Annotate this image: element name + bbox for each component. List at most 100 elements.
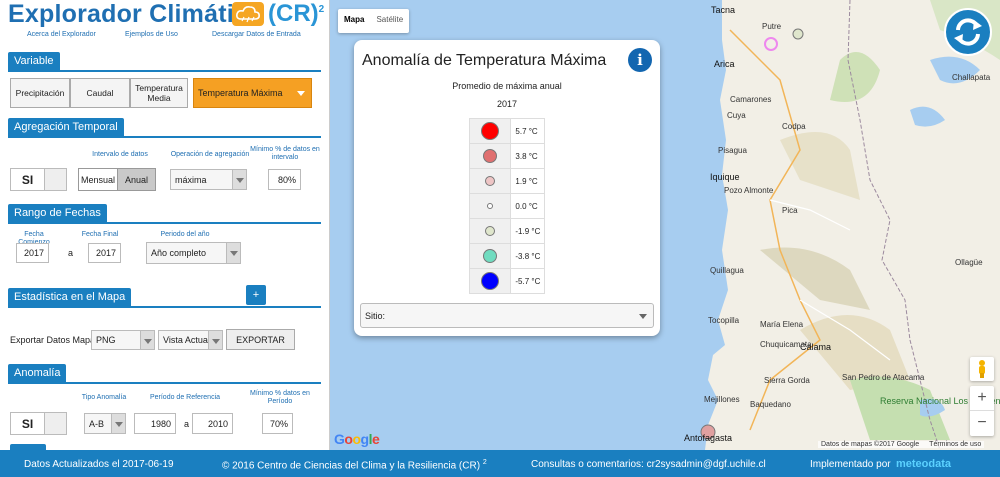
legend-swatch-cell bbox=[468, 268, 512, 294]
legend-swatch-cell bbox=[468, 143, 512, 169]
minimo-periodo-input[interactable]: 70% bbox=[262, 413, 293, 434]
operacion-select[interactable]: máxima bbox=[170, 169, 247, 190]
variable-selected-label: Temperatura Máxima bbox=[198, 88, 283, 98]
link-descargar[interactable]: Descargar Datos de Entrada bbox=[212, 31, 301, 38]
place-label: María Elena bbox=[760, 320, 804, 329]
legend-row: 3.8 °C bbox=[468, 143, 545, 169]
legend-value: 3.8 °C bbox=[510, 143, 545, 169]
legend-subtitle: Promedio de máxima anual bbox=[452, 81, 562, 91]
app-root: Explorador Climático (CR)2 Acerca del Ex… bbox=[0, 0, 1000, 477]
variable-select[interactable]: Temperatura Máxima bbox=[193, 78, 312, 108]
zoom-control: + − bbox=[970, 386, 994, 436]
legend-swatch-cell bbox=[468, 193, 512, 219]
meteodata-logo[interactable]: meteodata bbox=[896, 458, 951, 470]
legend-row: 5.7 °C bbox=[468, 118, 545, 144]
chevron-down-icon bbox=[232, 170, 246, 189]
place-label: Mejillones bbox=[704, 395, 740, 404]
intervalo-anual[interactable]: Anual bbox=[117, 169, 155, 190]
place-label: San Pedro de Atacama bbox=[842, 373, 925, 382]
legend-circle bbox=[483, 249, 498, 263]
legend-value: -5.7 °C bbox=[510, 268, 545, 294]
place-label: Antofagasta bbox=[684, 433, 733, 443]
legend-circle bbox=[487, 203, 494, 210]
legend-value: -1.9 °C bbox=[510, 218, 545, 244]
legend-value: 1.9 °C bbox=[510, 168, 545, 194]
legend-table: 5.7 °C 3.8 °C 1.9 °C 0.0 °C -1.9 °C -3.8 °C -5… bbox=[468, 118, 545, 294]
place-label: Pisagua bbox=[718, 146, 747, 155]
section-agregacion: Agregación Temporal bbox=[8, 118, 124, 137]
place-label: Sierra Gorda bbox=[764, 376, 810, 385]
anomalia-toggle[interactable]: SI bbox=[10, 412, 67, 435]
legend-panel: Anomalía de Temperatura Máxima i Promedi… bbox=[354, 40, 660, 336]
refresh-icon bbox=[954, 18, 982, 46]
place-label: Pozo Almonte bbox=[724, 186, 774, 195]
periodo-label: Periodo del año bbox=[160, 231, 210, 238]
map-view[interactable]: Tacna Putre Arica Camarones Cuya Codpa P… bbox=[330, 0, 1000, 450]
info-icon[interactable]: i bbox=[628, 48, 652, 72]
legend-circle bbox=[481, 122, 500, 140]
agregacion-toggle[interactable]: SI bbox=[10, 168, 67, 191]
export-button[interactable]: EXPORTAR bbox=[226, 329, 295, 350]
export-format-select[interactable]: PNG bbox=[91, 330, 155, 350]
legend-circle bbox=[483, 149, 498, 163]
section-divider bbox=[8, 136, 321, 138]
tab-satelite[interactable]: Satélite bbox=[370, 9, 409, 33]
legend-row: -1.9 °C bbox=[468, 218, 545, 244]
footer-contact[interactable]: Consultas o comentarios: cr2sysadmin@dgf… bbox=[531, 459, 766, 470]
intervalo-mensual[interactable]: Mensual bbox=[79, 169, 117, 190]
place-label: Challapata bbox=[952, 73, 991, 82]
referencia-label: Período de Referencia bbox=[149, 394, 221, 401]
place-label: Ollagüe bbox=[955, 258, 983, 267]
export-format-value: PNG bbox=[96, 335, 116, 345]
legend-title: Anomalía de Temperatura Máxima bbox=[362, 52, 607, 69]
fecha-final-input[interactable]: 2017 bbox=[88, 243, 121, 263]
map-type-control: Mapa Satélite bbox=[338, 9, 410, 33]
legend-circle bbox=[485, 176, 496, 186]
place-label: Arica bbox=[714, 59, 735, 69]
add-statistic-button[interactable]: + bbox=[246, 285, 266, 305]
section-divider bbox=[8, 70, 321, 72]
legend-circle bbox=[485, 226, 496, 236]
minimo-intervalo-input[interactable]: 80% bbox=[268, 169, 301, 190]
section-divider bbox=[8, 306, 321, 308]
intervalo-toggle: Mensual Anual bbox=[78, 168, 156, 191]
section-estadistica: Estadística en el Mapa bbox=[8, 288, 132, 307]
sitio-select[interactable]: Sitio: bbox=[360, 303, 654, 328]
chevron-down-icon bbox=[208, 331, 222, 349]
legend-year: 2017 bbox=[496, 99, 518, 109]
legend-swatch-cell bbox=[468, 168, 512, 194]
legend-row: 0.0 °C bbox=[468, 193, 545, 219]
caret-down-icon bbox=[297, 91, 305, 96]
place-label: Baquedano bbox=[750, 400, 791, 409]
minimo-periodo-label: Mínimo % datos en Período bbox=[250, 390, 310, 405]
legend-value: -3.8 °C bbox=[510, 243, 545, 269]
google-logo: Google bbox=[334, 431, 380, 447]
referencia-fin-input[interactable]: 2010 bbox=[192, 413, 233, 434]
pegman-icon[interactable] bbox=[970, 357, 994, 381]
tab-mapa[interactable]: Mapa bbox=[338, 9, 370, 33]
link-acerca[interactable]: Acerca del Explorador bbox=[27, 31, 96, 38]
place-label: Quillagua bbox=[710, 266, 744, 275]
refresh-button[interactable] bbox=[944, 8, 992, 56]
link-ejemplos[interactable]: Ejemplos de Uso bbox=[125, 31, 178, 38]
terms-link[interactable]: Términos de uso bbox=[929, 441, 981, 448]
top-links: Acerca del Explorador Ejemplos de Uso De… bbox=[0, 31, 329, 43]
place-label: Putre bbox=[762, 22, 782, 31]
place-label: Iquique bbox=[710, 172, 740, 182]
variable-temperatura-media[interactable]: Temperatura Media bbox=[130, 78, 188, 108]
zoom-out-button[interactable]: − bbox=[970, 411, 994, 436]
fecha-comienzo-input[interactable]: 2017 bbox=[16, 243, 49, 263]
map-attribution: Datos de mapas ©2017 Google Términos de u… bbox=[818, 441, 985, 448]
place-label: Tocopilla bbox=[708, 316, 740, 325]
referencia-inicio-input[interactable]: 1980 bbox=[134, 413, 176, 434]
tipo-anomalia-select[interactable]: A-B bbox=[84, 413, 126, 434]
legend-circle bbox=[481, 272, 500, 290]
control-panel: Explorador Climático (CR)2 Acerca del Ex… bbox=[0, 0, 330, 450]
toggle-knob bbox=[44, 413, 66, 434]
export-view-select[interactable]: Vista Actual bbox=[158, 330, 223, 350]
variable-precipitacion[interactable]: Precipitación bbox=[10, 78, 70, 108]
zoom-in-button[interactable]: + bbox=[970, 386, 994, 411]
periodo-select[interactable]: Año completo bbox=[146, 242, 241, 264]
periodo-value: Año completo bbox=[151, 248, 207, 258]
variable-caudal[interactable]: Caudal bbox=[70, 78, 130, 108]
